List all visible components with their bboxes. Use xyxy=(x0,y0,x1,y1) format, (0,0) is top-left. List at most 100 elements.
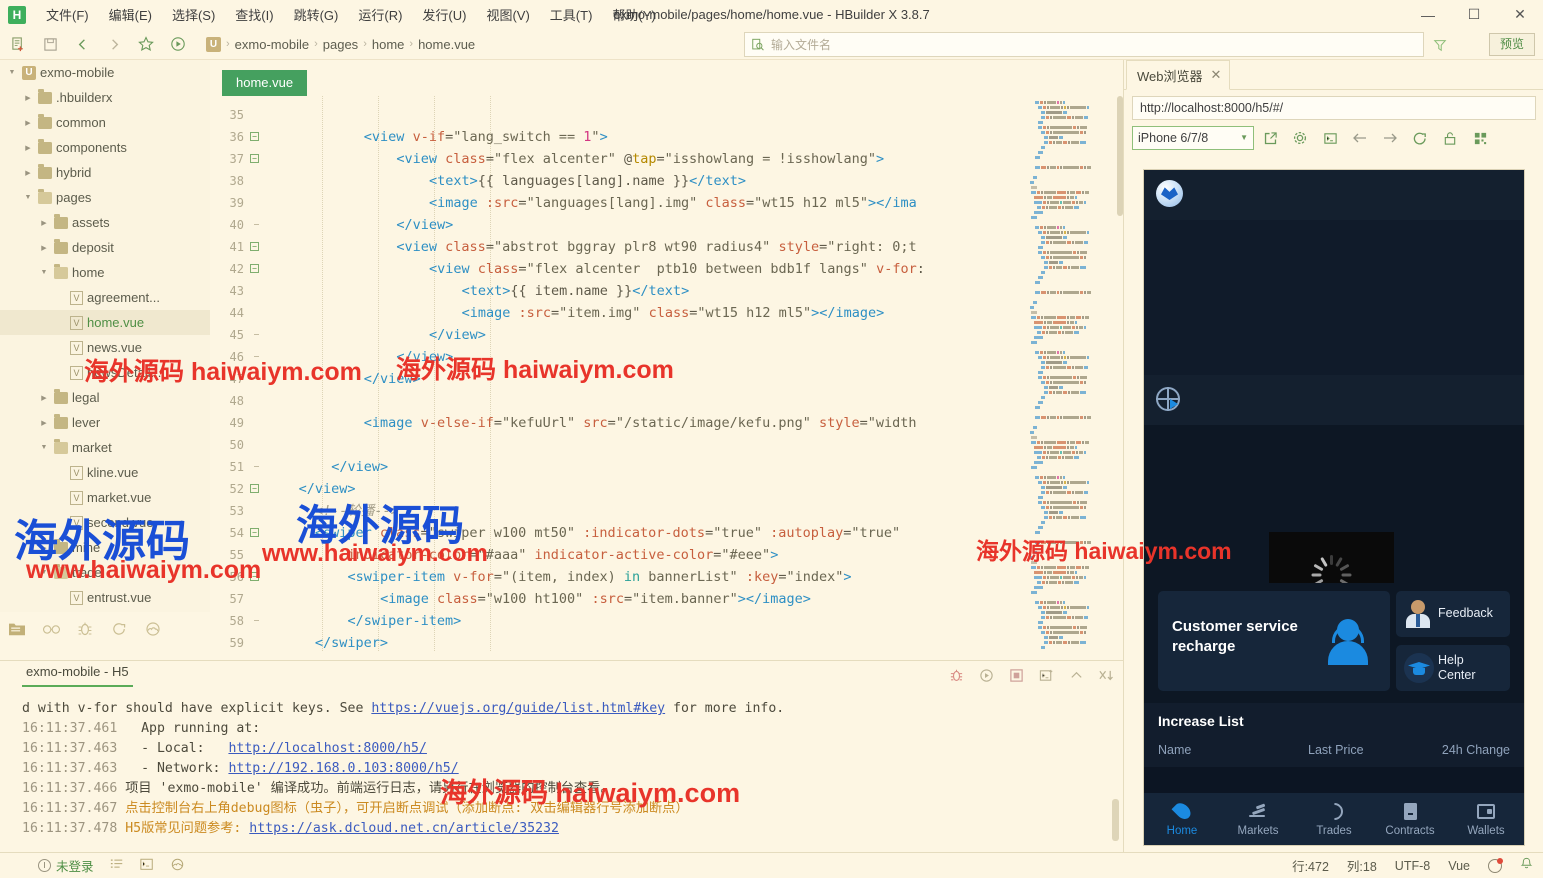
breadcrumb-item-0[interactable]: exmo-mobile xyxy=(235,37,309,52)
help-center-card[interactable]: Help Center xyxy=(1396,645,1510,691)
minimize-icon[interactable]: — xyxy=(1405,0,1451,29)
code-line-35[interactable]: 35 xyxy=(210,104,1123,126)
debug-bug-icon[interactable] xyxy=(943,663,969,687)
tree-item-kline-vue[interactable]: Vkline.vue xyxy=(0,460,210,485)
line-number[interactable]: 56 xyxy=(210,566,244,588)
new-file-icon[interactable] xyxy=(4,31,32,57)
chevron-down-icon[interactable]: ▼ xyxy=(38,569,50,576)
tree-item-home[interactable]: ▼ home xyxy=(0,260,210,285)
preview-tab-home[interactable]: Home xyxy=(1144,793,1220,845)
filter-icon[interactable] xyxy=(1433,38,1447,55)
chevron-right-icon[interactable]: ▶ xyxy=(22,119,34,127)
tree-item-exmo-mobile[interactable]: ▼ Uexmo-mobile xyxy=(0,60,210,85)
breadcrumb-item-3[interactable]: home.vue xyxy=(418,37,475,52)
debug-icon[interactable] xyxy=(68,614,102,644)
code-line-44[interactable]: 44 <image :src="item.img" class="wt15 h12… xyxy=(210,302,1123,324)
unlock-icon[interactable] xyxy=(1436,126,1464,150)
line-number[interactable]: 39 xyxy=(210,192,244,214)
code-line-56[interactable]: 56− <swiper-item v-for="(item, index) in … xyxy=(210,566,1123,588)
code-line-38[interactable]: 38 <text>{{ languages[lang].name }}</text… xyxy=(210,170,1123,192)
tree-item-lever[interactable]: ▶ lever xyxy=(0,410,210,435)
tree-item-assets[interactable]: ▶ assets xyxy=(0,210,210,235)
code-line-48[interactable]: 48 xyxy=(210,390,1123,412)
code-line-54[interactable]: 54− <swiper class="swiper w100 mt50" :ind… xyxy=(210,522,1123,544)
chevron-right-icon[interactable]: ▶ xyxy=(38,419,50,427)
code-lines[interactable]: 35 36− <view v-if="lang_switch == 1"> 37− <v… xyxy=(210,104,1123,651)
line-number[interactable]: 37 xyxy=(210,148,244,170)
tree-item-hybrid[interactable]: ▶ hybrid xyxy=(0,160,210,185)
editor-minimap[interactable] xyxy=(1023,96,1123,651)
code-line-42[interactable]: 42− <view class="flex alcenter ptb10 betw… xyxy=(210,258,1123,280)
code-line-57[interactable]: 57 <image class="w100 ht100" :src="item.b… xyxy=(210,588,1123,610)
line-number[interactable]: 50 xyxy=(210,434,244,456)
grid-icon[interactable] xyxy=(1466,126,1494,150)
chevron-down-icon[interactable]: ▼ xyxy=(6,69,18,76)
line-number[interactable]: 41 xyxy=(210,236,244,258)
save-icon[interactable] xyxy=(36,31,64,57)
console-link[interactable]: https://ask.dcloud.net.cn/article/35232 xyxy=(249,821,559,836)
line-number[interactable]: 54 xyxy=(210,522,244,544)
tree-item-pages[interactable]: ▼ pages xyxy=(0,185,210,210)
menu-item-4[interactable]: 跳转(G) xyxy=(284,1,349,28)
chevron-right-icon[interactable]: ▶ xyxy=(22,169,34,177)
project-icon[interactable] xyxy=(0,614,34,644)
line-number[interactable]: 51 xyxy=(210,456,244,478)
editor-tab-home-vue[interactable]: home.vue xyxy=(222,70,308,96)
preview-tab-contracts[interactable]: Contracts xyxy=(1372,793,1448,845)
code-line-53[interactable]: 53 <!--轮播--> xyxy=(210,500,1123,522)
menu-item-2[interactable]: 选择(S) xyxy=(162,1,225,28)
line-number[interactable]: 48 xyxy=(210,390,244,412)
rerun-icon[interactable] xyxy=(973,663,999,687)
menu-item-6[interactable]: 发行(U) xyxy=(412,1,476,28)
console-tab-h5[interactable]: exmo-mobile - H5 xyxy=(22,664,133,687)
code-line-39[interactable]: 39 <image :src="languages[lang].img" clas… xyxy=(210,192,1123,214)
preview-tab-wallets[interactable]: Wallets xyxy=(1448,793,1524,845)
code-line-45[interactable]: 45 </view> xyxy=(210,324,1123,346)
close-icon[interactable]: ✕ xyxy=(1211,67,1222,83)
console-icon[interactable] xyxy=(1316,126,1344,150)
line-number[interactable]: 40 xyxy=(210,214,244,236)
code-line-52[interactable]: 52− </view> xyxy=(210,478,1123,500)
line-number[interactable]: 35 xyxy=(210,104,244,126)
star-icon[interactable] xyxy=(132,31,160,57)
close-icon[interactable]: ✕ xyxy=(1497,0,1543,29)
console-scrollbar[interactable] xyxy=(1112,695,1119,845)
menu-item-8[interactable]: 工具(T) xyxy=(540,1,603,28)
menu-item-9[interactable]: 帮助(Y) xyxy=(602,1,665,28)
chevron-right-icon[interactable]: ▶ xyxy=(22,144,34,152)
line-number[interactable]: 52 xyxy=(210,478,244,500)
line-number[interactable]: 43 xyxy=(210,280,244,302)
login-status[interactable]: 未登录 xyxy=(38,856,94,875)
line-number[interactable]: 36 xyxy=(210,126,244,148)
code-line-40[interactable]: 40 </view> xyxy=(210,214,1123,236)
line-number[interactable]: 55 xyxy=(210,544,244,566)
tree-item-components[interactable]: ▶ components xyxy=(0,135,210,160)
line-number[interactable]: 46 xyxy=(210,346,244,368)
tree-item-deposit[interactable]: ▶ deposit xyxy=(0,235,210,260)
tree-item-news-vue[interactable]: Vnews.vue xyxy=(0,335,210,360)
browser-tab[interactable]: Web浏览器 ✕ xyxy=(1126,60,1231,90)
menu-item-1[interactable]: 编辑(E) xyxy=(99,1,162,28)
tree-item-trade[interactable]: ▼ trade xyxy=(0,560,210,585)
feedback-card[interactable]: Feedback xyxy=(1396,591,1510,637)
menu-item-5[interactable]: 运行(R) xyxy=(348,1,412,28)
tree-item-entrust-vue[interactable]: Ventrust.vue xyxy=(0,585,210,610)
code-line-36[interactable]: 36− <view v-if="lang_switch == 1"> xyxy=(210,126,1123,148)
stop-icon[interactable] xyxy=(1003,663,1029,687)
fold-toggle-icon[interactable]: − xyxy=(250,528,259,537)
search-icon[interactable] xyxy=(34,614,68,644)
console-link[interactable]: http://192.168.0.103:8000/h5/ xyxy=(228,761,458,776)
code-line-47[interactable]: 47 </view> xyxy=(210,368,1123,390)
search-input[interactable]: 输入文件名 xyxy=(744,32,1424,57)
collapse-icon[interactable] xyxy=(1063,663,1089,687)
chevron-down-icon[interactable]: ▼ xyxy=(38,444,50,451)
run-icon[interactable] xyxy=(164,31,192,57)
code-line-50[interactable]: 50 xyxy=(210,434,1123,456)
fold-toggle-icon[interactable]: − xyxy=(250,242,259,251)
line-number[interactable]: 45 xyxy=(210,324,244,346)
tree-item-agreement---[interactable]: Vagreement... xyxy=(0,285,210,310)
chevron-down-icon[interactable]: ▼ xyxy=(22,194,34,201)
popout-icon[interactable] xyxy=(1256,126,1284,150)
back-icon[interactable] xyxy=(68,31,96,57)
forward-icon[interactable] xyxy=(100,31,128,57)
